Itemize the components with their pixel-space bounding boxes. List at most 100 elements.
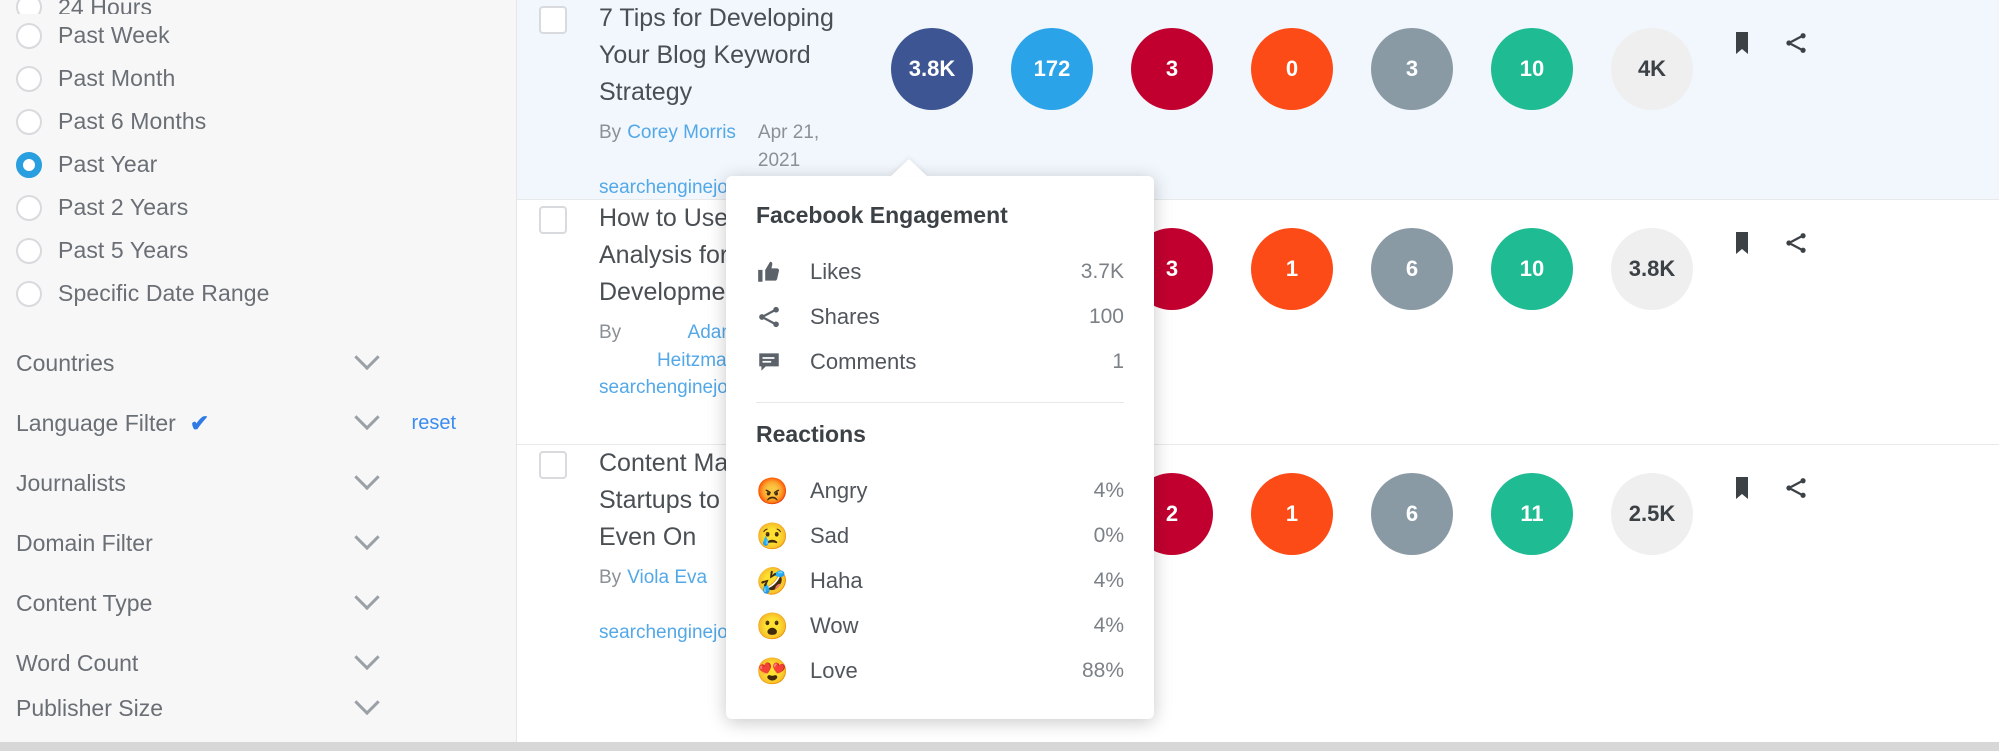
radio-button[interactable] bbox=[16, 237, 42, 264]
metric-bubble-linkedin[interactable]: 10 bbox=[1491, 228, 1573, 310]
filter-section-journalists[interactable]: Journalists bbox=[16, 453, 516, 513]
reaction-row: 😍 Love 88% bbox=[756, 648, 1124, 693]
metric-bubble-stumbleupon[interactable]: 6 bbox=[1371, 473, 1453, 555]
horizontal-scrollbar[interactable] bbox=[0, 742, 1999, 751]
article-byline: By Corey Morris Apr 21, 2021 bbox=[599, 119, 849, 175]
filter-label: Content Type bbox=[16, 589, 153, 616]
filter-section-language-filter[interactable]: Language Filter ✔ reset bbox=[16, 393, 516, 453]
metric-value: 3 bbox=[1165, 56, 1179, 81]
radio-button[interactable] bbox=[16, 280, 42, 307]
chevron-down-icon[interactable] bbox=[354, 584, 380, 611]
metric-value: 3.8K bbox=[908, 56, 956, 81]
reaction-value: 88% bbox=[1081, 658, 1124, 682]
share-icon[interactable] bbox=[1783, 28, 1809, 58]
chevron-down-icon[interactable] bbox=[354, 524, 380, 551]
share-icon[interactable] bbox=[1783, 473, 1809, 503]
metric-bubble-twitter[interactable]: 172 bbox=[1011, 28, 1093, 110]
chevron-down-icon[interactable] bbox=[354, 344, 380, 371]
filter-label: Publisher Size bbox=[16, 694, 164, 721]
date-filter-option[interactable]: Past 5 Years bbox=[16, 229, 516, 272]
engagement-value: 100 bbox=[1088, 304, 1124, 328]
filter-section-word-count[interactable]: Word Count bbox=[16, 633, 516, 693]
author-link[interactable]: Adam Heitzman bbox=[627, 319, 737, 375]
share-icon[interactable] bbox=[1783, 228, 1809, 258]
row-checkbox[interactable] bbox=[539, 451, 567, 479]
date-filter-option[interactable]: Specific Date Range bbox=[16, 272, 516, 315]
chevron-down-icon[interactable] bbox=[354, 404, 380, 431]
date-filter-option[interactable]: Past 6 Months bbox=[16, 100, 516, 143]
popup-reactions-list: 😡 Angry 4% 😢 Sad 0% 🤣 Haha 4% 😮 Wow 4% 😍 Love 88% bbox=[756, 468, 1124, 693]
engagement-value: 3.7K bbox=[1080, 259, 1124, 283]
metric-bubble-linkedin[interactable]: 10 bbox=[1491, 28, 1573, 110]
byline-prefix: By bbox=[599, 322, 622, 343]
metric-bubble-reddit[interactable]: 1 bbox=[1251, 228, 1333, 310]
row-checkbox[interactable] bbox=[539, 206, 567, 234]
metric-value: 3 bbox=[1165, 256, 1179, 281]
reaction-row: 🤣 Haha 4% bbox=[756, 558, 1124, 603]
date-filter-label: Past Week bbox=[58, 22, 170, 48]
engagement-row: Likes 3.7K bbox=[756, 249, 1124, 294]
date-filter-option[interactable]: Past Week bbox=[16, 14, 516, 57]
metric-bubble-total[interactable]: 3.8K bbox=[1611, 228, 1693, 310]
app-root: 24 Hours Past Week Past Month Past 6 Months… bbox=[0, 0, 1999, 751]
row-actions bbox=[1729, 200, 1809, 258]
date-filter-option[interactable]: Past 2 Years bbox=[16, 186, 516, 229]
popup-reactions-title: Reactions bbox=[756, 421, 866, 447]
date-filter-label: Specific Date Range bbox=[58, 280, 270, 306]
author-link[interactable]: Corey Morris bbox=[627, 119, 736, 175]
filter-section-domain-filter[interactable]: Domain Filter bbox=[16, 513, 516, 573]
reset-link[interactable]: reset bbox=[412, 412, 456, 435]
engagement-label: Comments bbox=[810, 348, 917, 374]
filter-section-publisher-size[interactable]: Publisher Size bbox=[16, 693, 516, 723]
row-checkbox[interactable] bbox=[539, 6, 567, 34]
check-icon: ✔ bbox=[189, 409, 210, 436]
article-title[interactable]: 7 Tips for Developing Your Blog Keyword … bbox=[599, 0, 849, 111]
metric-bubble-facebook[interactable]: 3.8K bbox=[891, 28, 973, 110]
popup-divider bbox=[756, 402, 1124, 403]
radio-button[interactable] bbox=[16, 194, 42, 221]
thumbs-up-icon bbox=[756, 259, 790, 285]
radio-button[interactable] bbox=[16, 108, 42, 135]
reaction-love-icon: 😍 bbox=[756, 655, 789, 686]
metric-bubble-reddit[interactable]: 1 bbox=[1251, 473, 1333, 555]
filter-label: Countries bbox=[16, 349, 115, 376]
bookmark-icon[interactable] bbox=[1729, 228, 1755, 258]
popup-arrow bbox=[890, 159, 928, 177]
metric-bubble-total[interactable]: 4K bbox=[1611, 28, 1693, 110]
date-filter-option[interactable]: 24 Hours bbox=[16, 0, 516, 14]
metric-bubble-linkedin[interactable]: 11 bbox=[1491, 473, 1573, 555]
metric-total-value: 2.5K bbox=[1628, 501, 1676, 526]
engagement-row: Comments 1 bbox=[756, 339, 1124, 384]
metric-value: 2 bbox=[1165, 501, 1179, 526]
filter-section-countries[interactable]: Countries bbox=[16, 333, 516, 393]
chevron-down-icon[interactable] bbox=[354, 644, 380, 671]
metric-bubble-pinterest[interactable]: 3 bbox=[1131, 28, 1213, 110]
metric-bubble-stumbleupon[interactable]: 3 bbox=[1371, 28, 1453, 110]
date-filter-option[interactable]: Past Year bbox=[16, 143, 516, 186]
date-filter-option[interactable]: Past Month bbox=[16, 57, 516, 100]
date-filter-label: 24 Hours bbox=[58, 0, 153, 14]
filter-label: Word Count bbox=[16, 649, 139, 676]
filter-label: Language Filter bbox=[16, 409, 176, 436]
reaction-label: Haha bbox=[810, 567, 863, 593]
radio-button[interactable] bbox=[16, 0, 42, 14]
radio-button[interactable] bbox=[16, 151, 42, 178]
reaction-label: Love bbox=[810, 657, 858, 683]
author-link[interactable]: Viola Eva bbox=[627, 564, 707, 620]
engagement-label: Likes bbox=[810, 258, 862, 284]
reaction-value: 4% bbox=[1093, 568, 1124, 592]
metric-bubble-total[interactable]: 2.5K bbox=[1611, 473, 1693, 555]
bookmark-icon[interactable] bbox=[1729, 473, 1755, 503]
chevron-down-icon[interactable] bbox=[354, 693, 380, 716]
row-actions bbox=[1729, 445, 1809, 503]
article-row[interactable]: 7 Tips for Developing Your Blog Keyword … bbox=[517, 0, 1999, 200]
bookmark-icon[interactable] bbox=[1729, 28, 1755, 58]
chevron-down-icon[interactable] bbox=[354, 464, 380, 491]
article-info: 7 Tips for Developing Your Blog Keyword … bbox=[599, 0, 849, 199]
metric-bubble-reddit[interactable]: 0 bbox=[1251, 28, 1333, 110]
metric-bubble-stumbleupon[interactable]: 6 bbox=[1371, 228, 1453, 310]
filter-section-content-type[interactable]: Content Type bbox=[16, 573, 516, 633]
metric-value: 0 bbox=[1285, 56, 1299, 81]
radio-button[interactable] bbox=[16, 65, 42, 92]
radio-button[interactable] bbox=[16, 22, 42, 49]
